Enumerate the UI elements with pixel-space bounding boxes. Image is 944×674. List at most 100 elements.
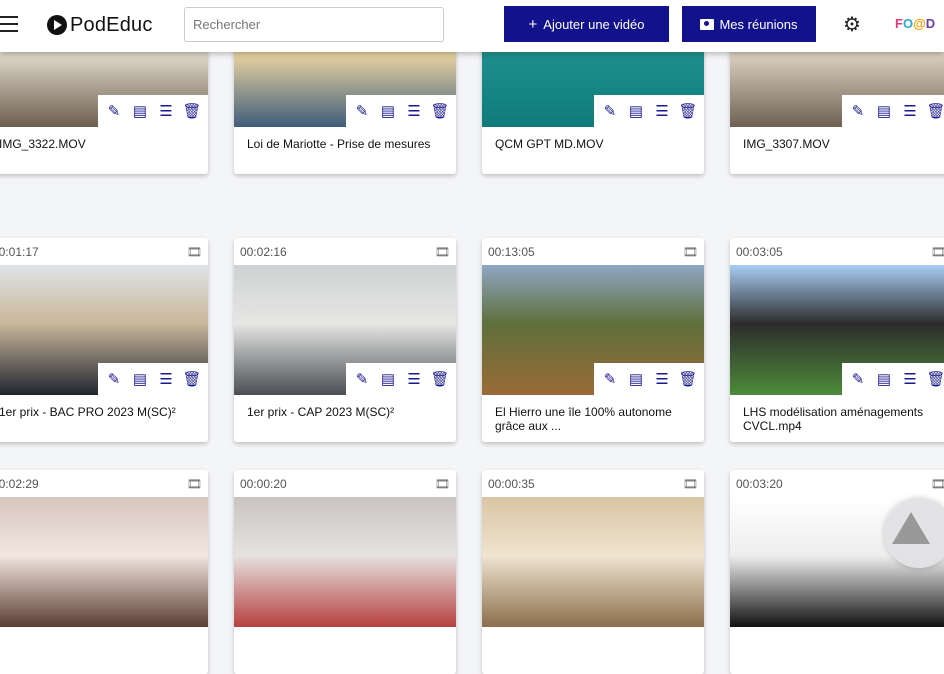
document-icon[interactable]: ▤ (871, 367, 897, 391)
video-card[interactable]: 00:13:05 🎞 ✎ ▤ ☰ 🗑 El Hierro une île 100% auto… (482, 238, 704, 442)
video-title[interactable]: 1er prix - CAP 2023 M(SC)² (234, 395, 456, 442)
add-video-label: Ajouter une vidéo (543, 16, 645, 32)
podeduc-logo[interactable]: PodEduc (47, 13, 153, 37)
video-thumbnail[interactable] (234, 497, 456, 627)
card-top-bar: 00:00:35 🎞 (482, 470, 704, 497)
edit-icon[interactable]: ✎ (101, 99, 127, 123)
trash-icon[interactable]: 🗑 (675, 99, 701, 123)
film-icon: 🎞 (930, 476, 944, 491)
video-actions: ✎ ▤ ☰ 🗑 (842, 95, 944, 127)
video-duration: 00:03:05 (736, 244, 783, 259)
document-icon[interactable]: ▤ (375, 99, 401, 123)
video-actions: ✎ ▤ ☰ 🗑 (594, 363, 704, 395)
edit-icon[interactable]: ✎ (349, 367, 375, 391)
video-duration: 00:13:05 (488, 244, 535, 259)
document-icon[interactable]: ▤ (871, 99, 897, 123)
film-icon: 🎞 (434, 476, 450, 491)
video-thumbnail[interactable]: ✎ ▤ ☰ 🗑 (234, 265, 456, 395)
card-top-bar: 00:01:17 🎞 (0, 238, 208, 265)
video-title[interactable]: 1er prix - BAC PRO 2023 M(SC)² (0, 395, 208, 442)
edit-icon[interactable]: ✎ (101, 367, 127, 391)
search-input[interactable] (184, 7, 444, 42)
list-icon[interactable]: ☰ (649, 99, 675, 123)
video-title[interactable] (234, 627, 456, 674)
card-top-bar: 00:02:16 🎞 (234, 238, 456, 265)
menu-icon[interactable] (0, 16, 18, 34)
logo-text: PodEduc (70, 13, 153, 36)
video-actions: ✎ ▤ ☰ 🗑 (346, 363, 456, 395)
card-top-bar: 00:13:05 🎞 (482, 238, 704, 265)
trash-icon[interactable]: 🗑 (179, 367, 205, 391)
video-title[interactable] (730, 627, 944, 674)
video-title[interactable]: QCM GPT MD.MOV (482, 127, 704, 174)
video-title[interactable] (0, 627, 208, 674)
edit-icon[interactable]: ✎ (349, 99, 375, 123)
list-icon[interactable]: ☰ (897, 367, 923, 391)
video-duration: 00:02:29 (0, 476, 39, 491)
video-title[interactable]: IMG_3322.MOV (0, 127, 208, 174)
gear-icon[interactable]: ⚙ (841, 14, 863, 36)
trash-icon[interactable]: 🗑 (923, 99, 944, 123)
card-top-bar: 00:03:05 🎞 (730, 238, 944, 265)
video-card[interactable]: 00:02:29 🎞 (0, 470, 208, 674)
video-duration: 00:01:17 (0, 244, 39, 259)
edit-icon[interactable]: ✎ (597, 367, 623, 391)
video-actions: ✎ ▤ ☰ 🗑 (594, 95, 704, 127)
trash-icon[interactable]: 🗑 (923, 367, 944, 391)
video-thumbnail[interactable]: ✎ ▤ ☰ 🗑 (730, 265, 944, 395)
film-icon: 🎞 (186, 476, 202, 491)
edit-icon[interactable]: ✎ (845, 367, 871, 391)
trash-icon[interactable]: 🗑 (675, 367, 701, 391)
list-icon[interactable]: ☰ (897, 99, 923, 123)
foad-logo[interactable]: FO@D (895, 16, 935, 31)
video-thumbnail[interactable] (482, 497, 704, 627)
list-icon[interactable]: ☰ (153, 367, 179, 391)
my-meetings-button[interactable]: Mes réunions (682, 6, 816, 42)
edit-icon[interactable]: ✎ (845, 99, 871, 123)
document-icon[interactable]: ▤ (127, 99, 153, 123)
document-icon[interactable]: ▤ (127, 367, 153, 391)
video-card[interactable]: 00:00:20 🎞 (234, 470, 456, 674)
video-actions: ✎ ▤ ☰ 🗑 (346, 95, 456, 127)
trash-icon[interactable]: 🗑 (427, 367, 453, 391)
film-icon: 🎞 (930, 244, 944, 259)
card-top-bar: 00:00:20 🎞 (234, 470, 456, 497)
video-duration: 00:00:35 (488, 476, 535, 491)
card-top-bar: 00:03:20 🎞 (730, 470, 944, 497)
trash-icon[interactable]: 🗑 (427, 99, 453, 123)
video-card[interactable]: 00:03:05 🎞 ✎ ▤ ☰ 🗑 LHS modélisation aménagemen… (730, 238, 944, 442)
video-thumbnail[interactable]: ✎ ▤ ☰ 🗑 (0, 265, 208, 395)
video-title[interactable]: IMG_3307.MOV (730, 127, 944, 174)
add-video-button[interactable]: + Ajouter une vidéo (504, 6, 669, 42)
meeting-icon (700, 18, 715, 30)
video-actions: ✎ ▤ ☰ 🗑 (842, 363, 944, 395)
document-icon[interactable]: ▤ (375, 367, 401, 391)
list-icon[interactable]: ☰ (401, 99, 427, 123)
video-title[interactable]: El Hierro une île 100% autonome grâce au… (482, 395, 704, 442)
video-card[interactable]: 00:00:35 🎞 (482, 470, 704, 674)
video-title[interactable]: Loi de Mariotte - Prise de mesures (234, 127, 456, 174)
video-duration: 00:02:16 (240, 244, 287, 259)
list-icon[interactable]: ☰ (401, 367, 427, 391)
video-thumbnail[interactable]: ✎ ▤ ☰ 🗑 (482, 265, 704, 395)
video-title[interactable] (482, 627, 704, 674)
document-icon[interactable]: ▤ (623, 367, 649, 391)
card-top-bar: 00:02:29 🎞 (0, 470, 208, 497)
edit-icon[interactable]: ✎ (597, 99, 623, 123)
video-title[interactable]: LHS modélisation aménagements CVCL.mp4 (730, 395, 944, 442)
film-icon: 🎞 (434, 244, 450, 259)
my-meetings-label: Mes réunions (719, 16, 798, 32)
plus-icon: + (528, 15, 538, 33)
video-card[interactable]: 00:02:16 🎞 ✎ ▤ ☰ 🗑 1er prix - CAP 2023 M(SC)² (234, 238, 456, 442)
video-card[interactable]: 00:01:17🎞✎▤☰🗑1er prix - BAC PRO 2023 M(S… (0, 238, 208, 442)
top-header: PodEduc + Ajouter une vidéo Mes réunions… (0, 0, 944, 52)
trash-icon[interactable]: 🗑 (179, 99, 205, 123)
list-icon[interactable]: ☰ (153, 99, 179, 123)
video-duration: 00:03:20 (736, 476, 783, 491)
video-actions: ✎ ▤ ☰ 🗑 (98, 95, 208, 127)
video-thumbnail[interactable] (0, 497, 208, 627)
document-icon[interactable]: ▤ (623, 99, 649, 123)
film-icon: 🎞 (682, 244, 698, 259)
list-icon[interactable]: ☰ (649, 367, 675, 391)
video-actions: ✎ ▤ ☰ 🗑 (98, 363, 208, 395)
